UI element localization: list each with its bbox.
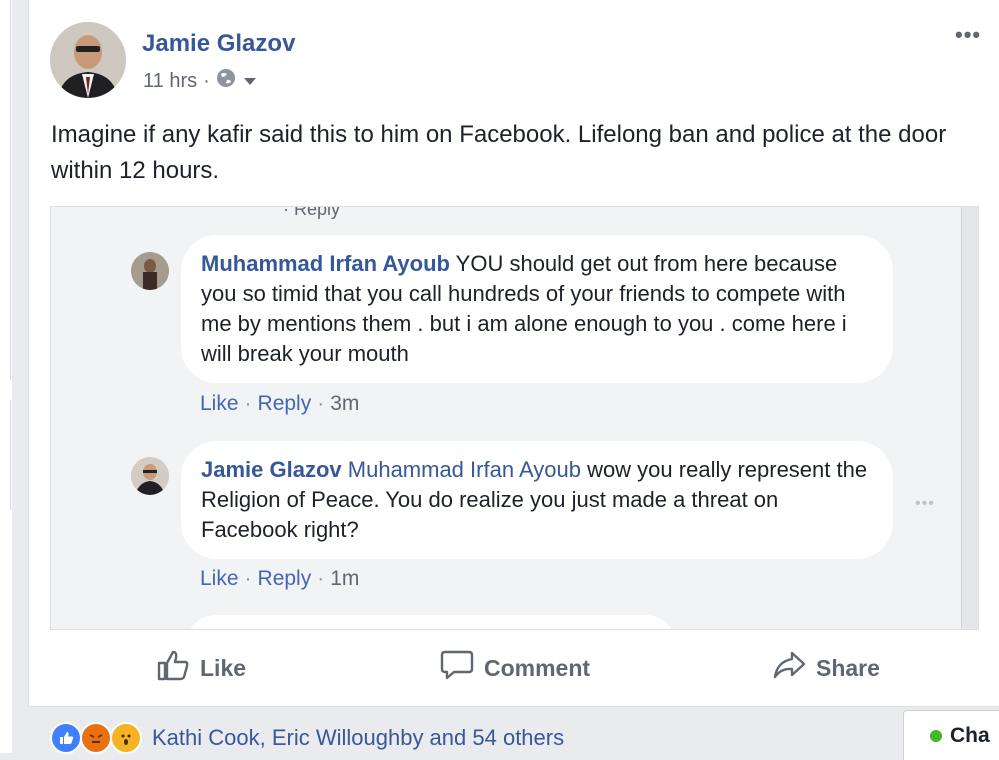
commenter-avatar[interactable] — [131, 252, 169, 290]
meta-separator: · — [203, 69, 210, 92]
share-button-label: Share — [816, 654, 880, 681]
post-time[interactable]: 11 hrs — [143, 70, 197, 93]
commenter-avatar[interactable] — [131, 457, 169, 495]
like-button[interactable]: Like — [156, 640, 246, 696]
comment-button-label: Comment — [484, 654, 591, 681]
globe-icon[interactable] — [216, 68, 236, 94]
share-button[interactable]: Share — [772, 640, 880, 696]
comment-author[interactable]: Muhammad Irfan Ayoub — [201, 251, 450, 276]
comment-reply-link[interactable]: Reply — [258, 567, 312, 590]
comment-like-link[interactable]: Like — [200, 567, 239, 590]
embedded-scrollbar — [961, 207, 978, 629]
comment-actions: Like · Reply · 1m — [200, 567, 360, 590]
reactions-text[interactable]: Kathi Cook, Eric Willoughby and 54 other… — [152, 725, 564, 751]
online-status-dot — [930, 729, 942, 742]
chevron-down-icon[interactable] — [242, 70, 258, 93]
left-column-edge — [0, 0, 12, 753]
author-name[interactable]: Jamie Glazov — [142, 30, 295, 58]
post-body-text: Imagine if any kafir said this to him on… — [51, 121, 947, 184]
comment-actions: Like · Reply · 3m — [200, 392, 360, 415]
author-avatar[interactable] — [50, 22, 126, 98]
post-meta: 11 hrs · — [143, 68, 258, 94]
like-icon — [156, 649, 190, 687]
comment-time[interactable]: 1m — [330, 567, 359, 590]
post-action-bar: Like Comment Share — [50, 640, 977, 696]
comment-like-link[interactable]: Like — [200, 392, 239, 415]
left-panel-segment — [0, 400, 11, 510]
wow-icon — [110, 722, 142, 754]
embedded-comment-screenshot: · Reply Muhammad Irfan Ayoub YOU should … — [50, 206, 979, 630]
post-options-button[interactable]: ••• — [955, 22, 981, 48]
like-icon — [50, 722, 82, 754]
comment-reply-link[interactable]: Reply — [258, 392, 312, 415]
like-button-label: Like — [200, 654, 247, 681]
chat-tab-label: Cha — [950, 723, 990, 747]
cropped-next-comment — [186, 615, 676, 629]
share-icon — [772, 649, 806, 687]
comment-time[interactable]: 3m — [330, 392, 359, 415]
left-panel-segment — [0, 0, 11, 380]
comment-icon — [440, 649, 474, 687]
cropped-reply-text: · Reply — [283, 206, 341, 219]
mentioned-user[interactable]: Muhammad Irfan Ayoub — [348, 457, 581, 482]
comment-button[interactable]: Comment — [440, 640, 590, 696]
comment-bubble: Jamie Glazov Muhammad Irfan Ayoub wow yo… — [181, 441, 893, 559]
comment-bubble: Muhammad Irfan Ayoub YOU should get out … — [181, 235, 893, 383]
reactions-summary[interactable]: Kathi Cook, Eric Willoughby and 54 other… — [50, 722, 564, 754]
comment-author[interactable]: Jamie Glazov — [201, 457, 342, 482]
angry-icon — [80, 722, 112, 754]
comment-options-button[interactable]: ••• — [915, 495, 935, 513]
